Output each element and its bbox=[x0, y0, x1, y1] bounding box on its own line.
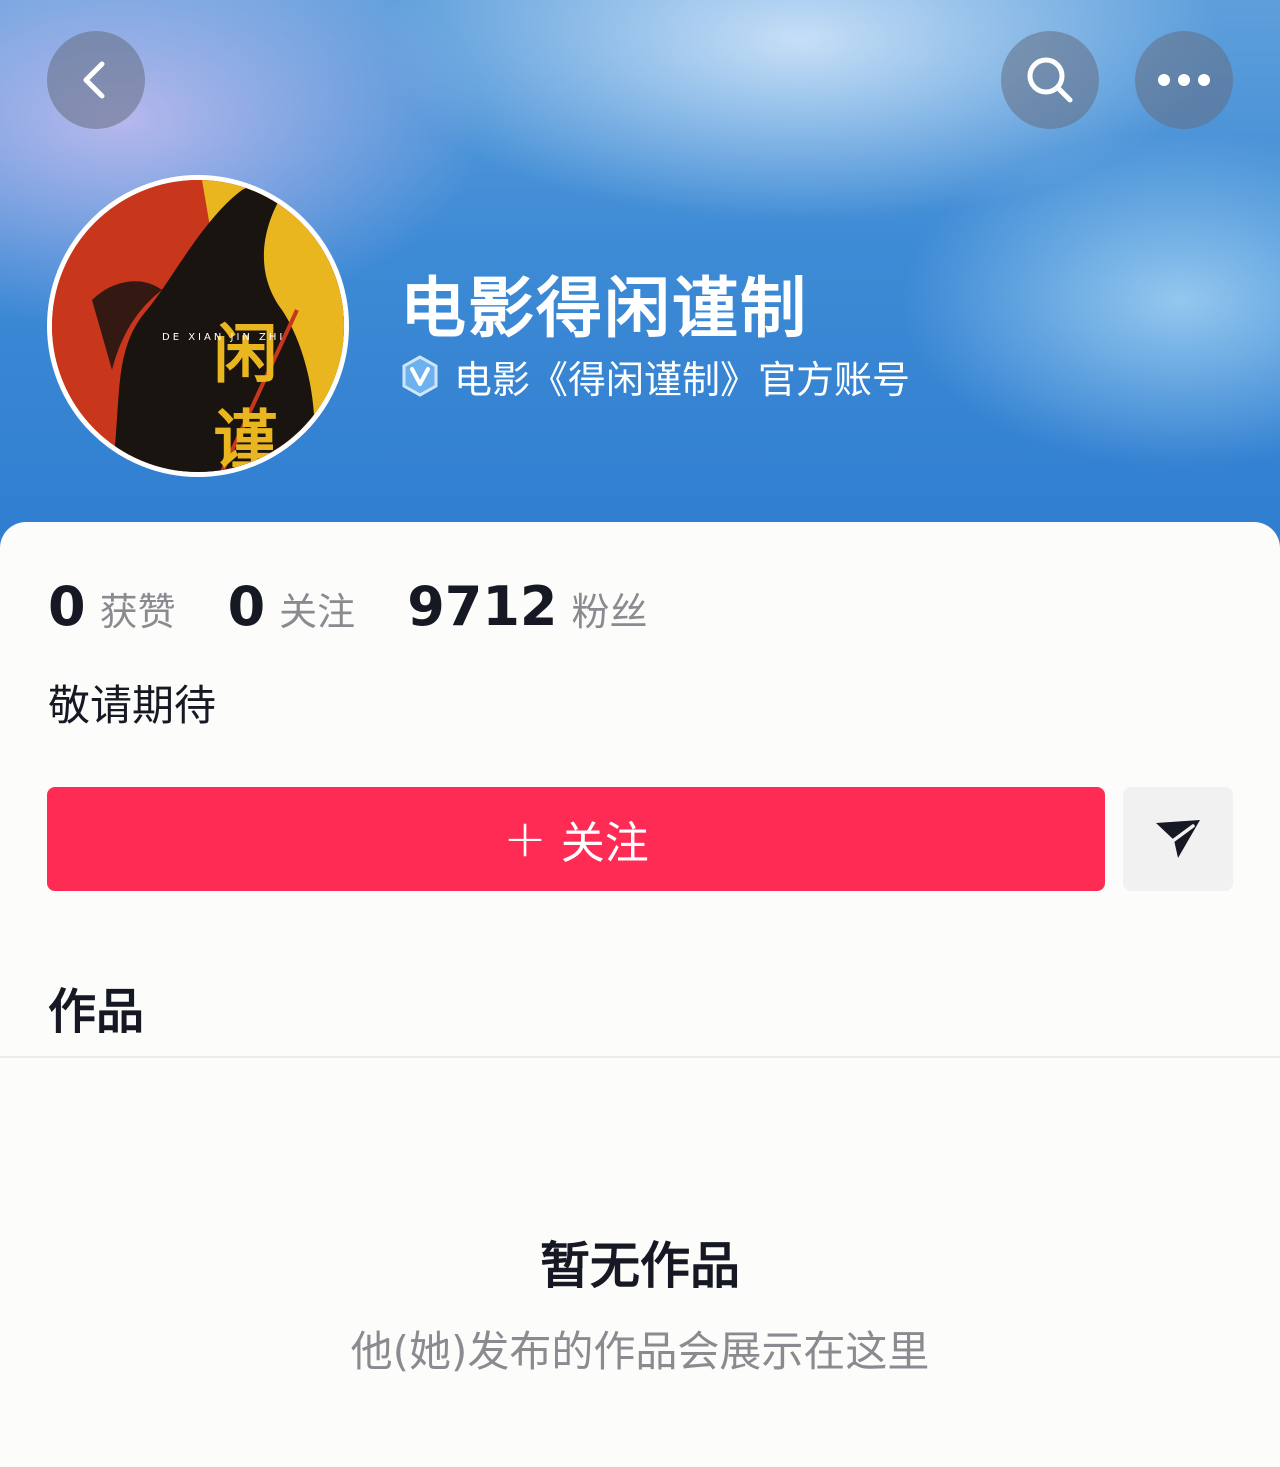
stat-likes[interactable]: 0 获赞 bbox=[48, 575, 176, 638]
follow-button[interactable]: + 关注 bbox=[47, 787, 1105, 891]
stat-value: 0 bbox=[227, 575, 266, 638]
follow-button-label: 关注 bbox=[560, 818, 649, 869]
empty-state-title: 暂无作品 bbox=[540, 1237, 740, 1295]
verification-row: 电影《得闲谨制》官方账号 bbox=[398, 350, 910, 402]
more-button[interactable] bbox=[1135, 31, 1233, 129]
stat-label: 关注 bbox=[279, 590, 356, 634]
stats-row: 0 获赞 0 关注 9712 粉丝 bbox=[48, 575, 700, 638]
stat-following[interactable]: 0 关注 bbox=[228, 575, 356, 638]
search-button[interactable] bbox=[1001, 31, 1099, 129]
profile-page: 闲 谨 DE XIAN JIN ZHI 电影得闲谨制 电影《得闲谨制》官方账号 … bbox=[0, 0, 1280, 1467]
search-icon bbox=[1027, 57, 1073, 103]
profile-name: 电影得闲谨制 bbox=[400, 270, 808, 347]
avatar-image: 闲 谨 DE XIAN JIN ZHI bbox=[52, 180, 344, 472]
avatar[interactable]: 闲 谨 DE XIAN JIN ZHI bbox=[47, 175, 349, 477]
profile-bio: 敬请期待 bbox=[48, 681, 217, 730]
chevron-left-icon bbox=[83, 61, 105, 99]
stat-followers[interactable]: 9712 粉丝 bbox=[407, 575, 647, 638]
more-horizontal-icon bbox=[1158, 74, 1210, 86]
stat-label: 粉丝 bbox=[571, 590, 648, 634]
tab-works[interactable]: 作品 bbox=[48, 972, 144, 1042]
plus-icon: + bbox=[503, 809, 547, 869]
verified-badge-icon bbox=[402, 355, 438, 397]
divider bbox=[0, 1056, 1280, 1058]
send-icon bbox=[1156, 820, 1200, 858]
verification-text: 电影《得闲谨制》官方账号 bbox=[454, 357, 911, 402]
empty-state-subtitle: 他(她)发布的作品会展示在这里 bbox=[350, 1327, 930, 1376]
message-button[interactable] bbox=[1123, 787, 1233, 891]
stat-value: 9712 bbox=[407, 575, 558, 638]
back-button[interactable] bbox=[47, 31, 145, 129]
avatar-subtitle: DE XIAN JIN ZHI bbox=[162, 332, 285, 343]
stat-label: 获赞 bbox=[99, 590, 176, 634]
stat-value: 0 bbox=[48, 575, 86, 638]
